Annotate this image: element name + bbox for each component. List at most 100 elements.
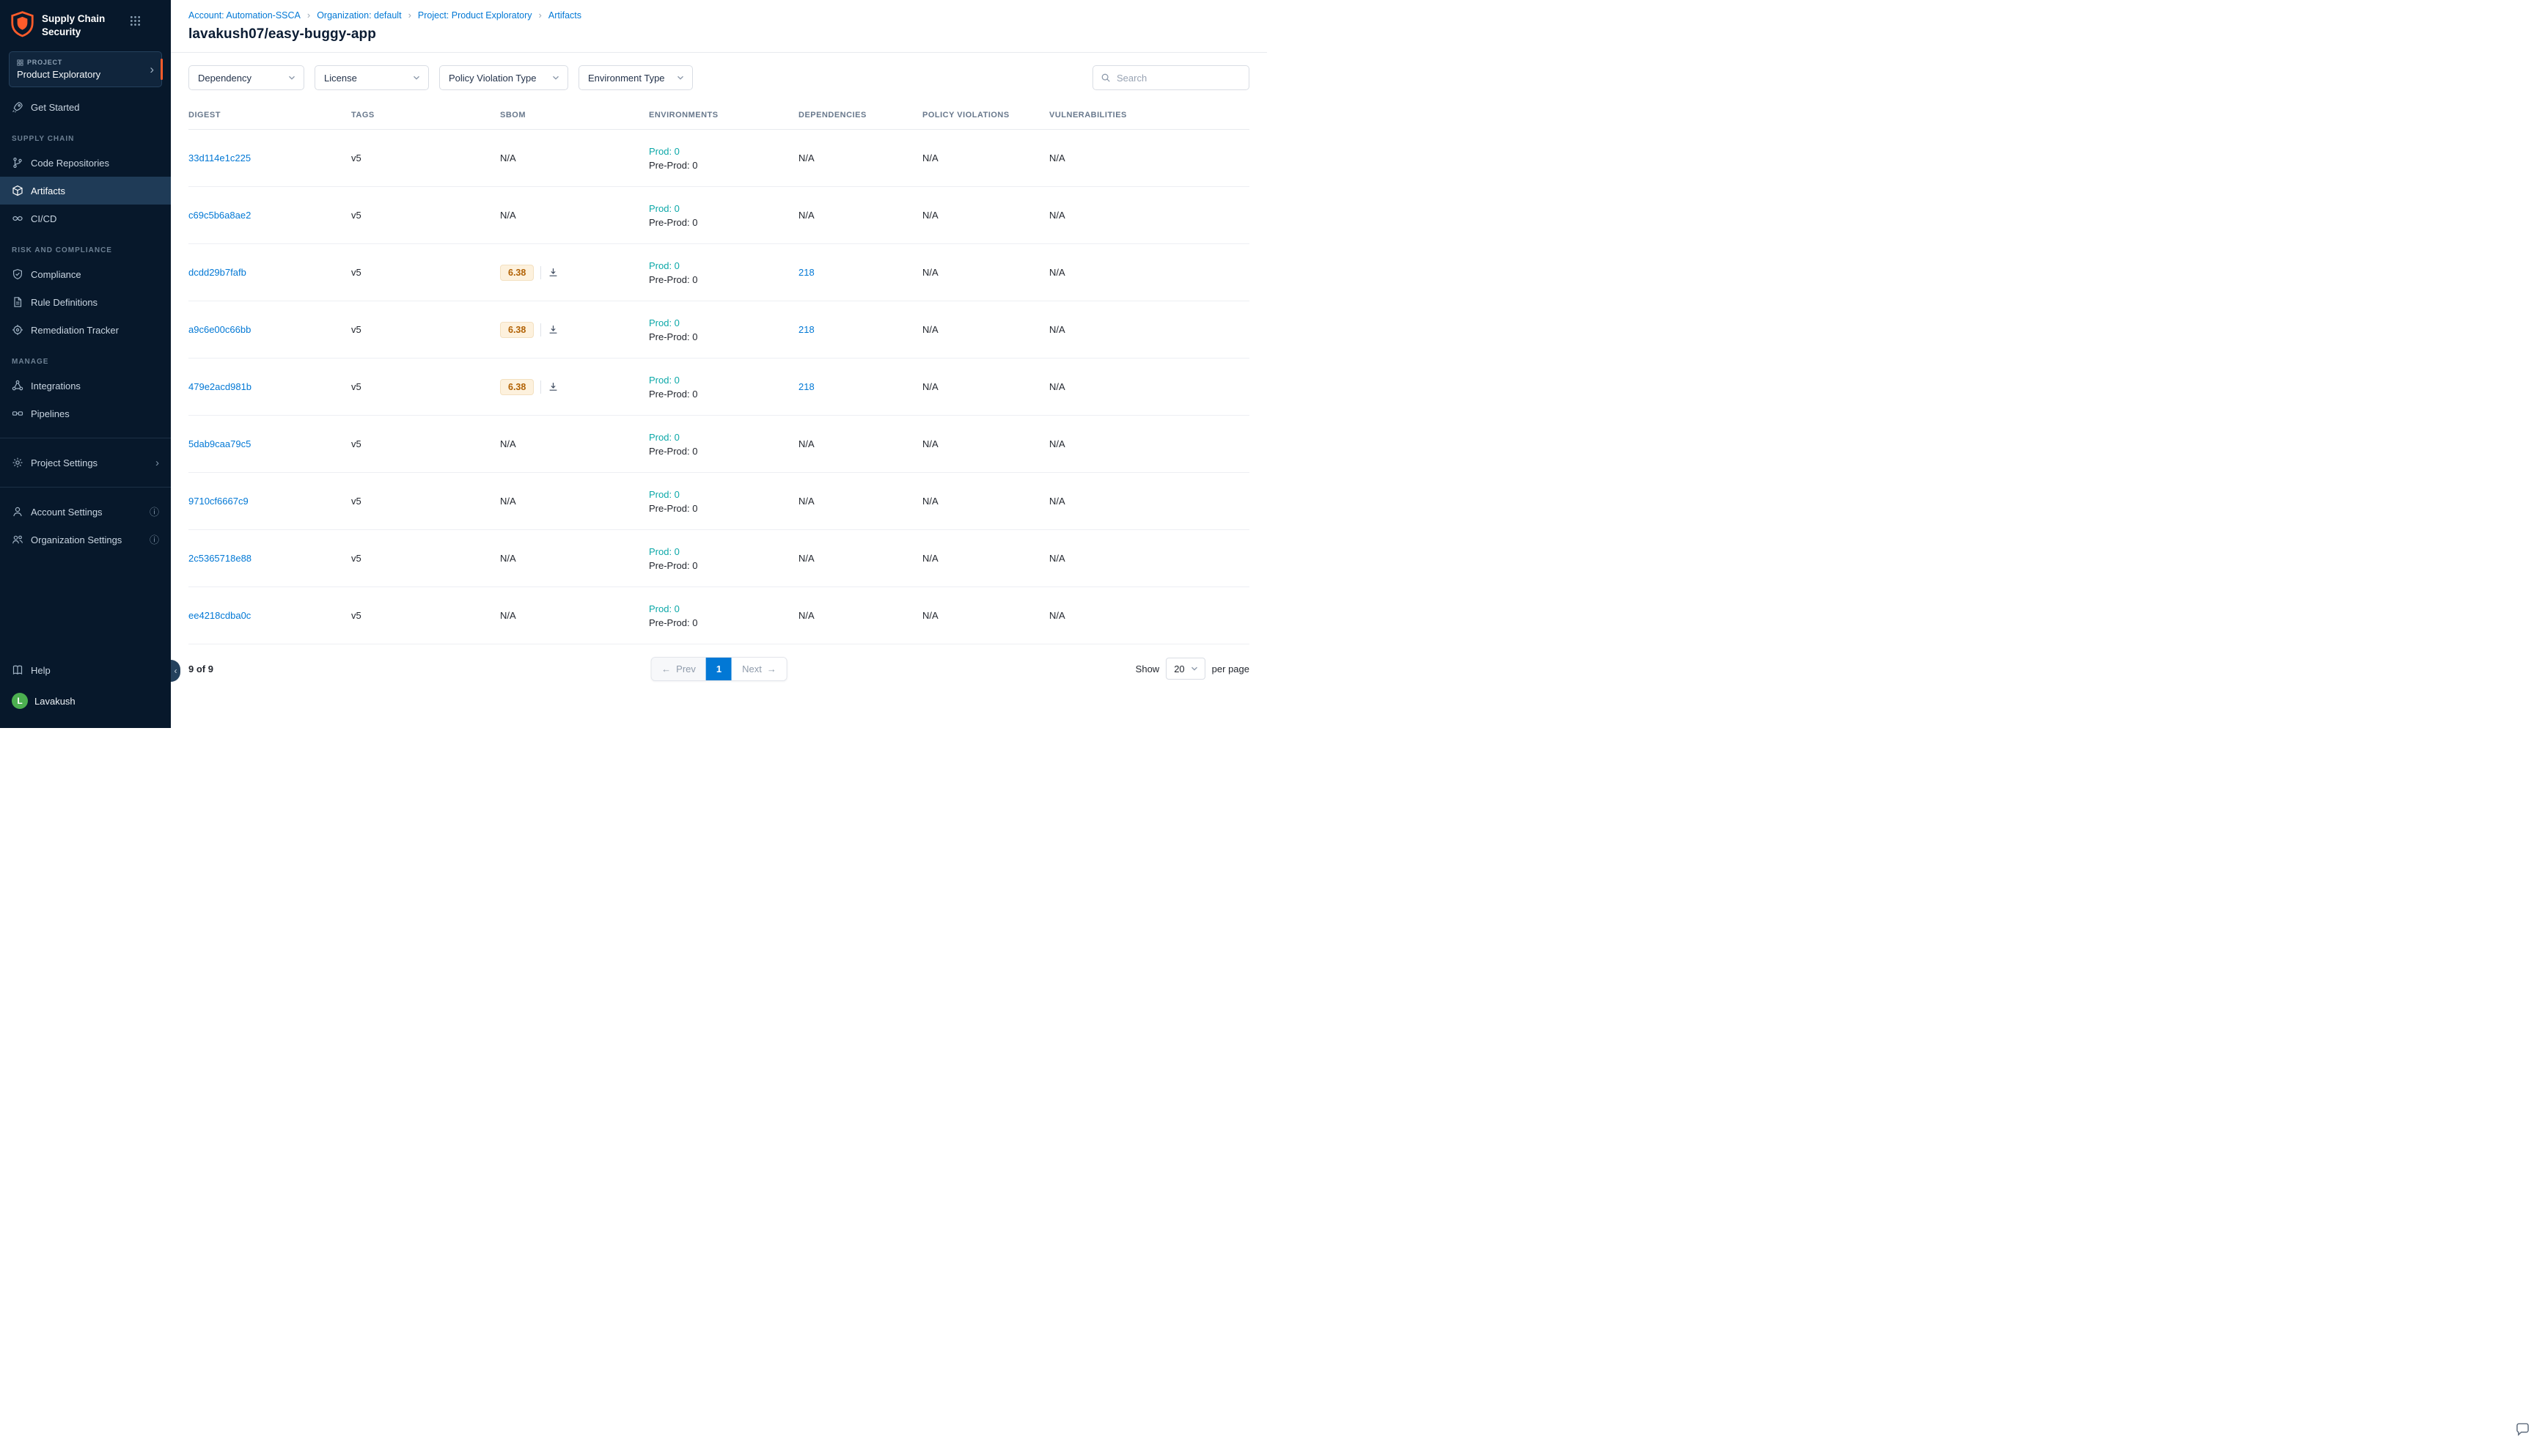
sidebar-item-rule-definitions[interactable]: Rule Definitions xyxy=(0,288,171,316)
digest-link[interactable]: 5dab9caa79c5 xyxy=(188,438,251,449)
dependencies-cell: 218 xyxy=(798,324,922,335)
digest-link[interactable]: a9c6e00c66bb xyxy=(188,324,251,335)
artifact-row: a9c6e00c66bbv56.38Prod: 0Pre-Prod: 0218N… xyxy=(188,301,1249,359)
filter-dropdown-policy-violation-type[interactable]: Policy Violation Type xyxy=(439,65,568,90)
vulnerabilities-cell: N/A xyxy=(1049,210,1249,221)
tag-value: v5 xyxy=(351,381,361,392)
env-preprod-value: Pre-Prod: 0 xyxy=(649,331,697,342)
env-preprod-value: Pre-Prod: 0 xyxy=(649,503,697,514)
sbom-download-icon[interactable] xyxy=(548,324,559,335)
per-page-value: 20 xyxy=(1174,663,1184,674)
dependencies-link[interactable]: 218 xyxy=(798,381,815,392)
digest-cell: a9c6e00c66bb xyxy=(188,324,351,335)
digest-cell: c69c5b6a8ae2 xyxy=(188,210,351,221)
sbom-download-icon[interactable] xyxy=(548,267,559,278)
sidebar-item-organization-settings[interactable]: Organization Settings ⓘ xyxy=(0,526,171,554)
dropdown-label: Environment Type xyxy=(588,73,665,84)
digest-link[interactable]: 9710cf6667c9 xyxy=(188,496,249,507)
breadcrumb-link[interactable]: Organization: default xyxy=(317,10,401,21)
vulnerabilities-cell: N/A xyxy=(1049,438,1249,449)
tag-value: v5 xyxy=(351,210,361,221)
sbom-download-icon[interactable] xyxy=(548,381,559,392)
next-page-button[interactable]: Next→ xyxy=(732,658,787,680)
column-header: TAGS xyxy=(351,111,500,120)
sidebar-item-account-settings[interactable]: Account Settings ⓘ xyxy=(0,498,171,526)
tags-cell: v5 xyxy=(351,610,500,621)
filter-dropdowns: Dependency License Policy Violation Type En… xyxy=(188,65,693,90)
page-1-button[interactable]: 1 xyxy=(706,658,732,680)
dependencies-cell: N/A xyxy=(798,210,922,221)
page-title: lavakush07/easy-buggy-app xyxy=(188,26,1249,43)
policy-violations-value: N/A xyxy=(922,152,939,163)
project-selector[interactable]: PROJECT Product Exploratory › xyxy=(9,51,162,87)
tag-value: v5 xyxy=(351,496,361,507)
user-menu[interactable]: L Lavakush xyxy=(0,684,171,722)
tag-value: v5 xyxy=(351,438,361,449)
sidebar-item-compliance[interactable]: Compliance xyxy=(0,260,171,288)
sidebar-item-help[interactable]: Help xyxy=(0,656,171,684)
show-label: Show xyxy=(1136,663,1160,674)
sidebar-footer: Help L Lavakush xyxy=(0,656,171,728)
sidebar-item-get-started[interactable]: Get Started xyxy=(0,93,171,121)
digest-link[interactable]: dcdd29b7fafb xyxy=(188,267,246,278)
dependencies-cell: 218 xyxy=(798,267,922,278)
prev-page-button[interactable]: ←Prev xyxy=(651,658,706,680)
divider xyxy=(540,266,541,279)
sidebar-item-code-repositories[interactable]: Code Repositories xyxy=(0,149,171,177)
policy-violations-cell: N/A xyxy=(922,381,1049,392)
filter-dropdown-environment-type[interactable]: Environment Type xyxy=(579,65,693,90)
dependencies-link[interactable]: 218 xyxy=(798,324,815,335)
policy-violations-cell: N/A xyxy=(922,210,1049,221)
chat-bubble-icon[interactable] xyxy=(2515,1422,2530,1437)
env-prod-value: Prod: 0 xyxy=(649,146,680,157)
sbom-cell: 6.38 xyxy=(500,379,649,395)
user-avatar: L xyxy=(12,693,28,709)
column-header: POLICY VIOLATIONS xyxy=(922,111,1049,120)
digest-link[interactable]: 479e2acd981b xyxy=(188,381,251,392)
filter-dropdown-dependency[interactable]: Dependency xyxy=(188,65,304,90)
search-input[interactable] xyxy=(1117,73,1241,84)
breadcrumb-link[interactable]: Account: Automation-SSCA xyxy=(188,10,301,21)
sidebar-item-project-settings[interactable]: Project Settings › xyxy=(0,449,171,477)
dropdown-label: Policy Violation Type xyxy=(449,73,536,84)
dependencies-link[interactable]: 218 xyxy=(798,267,815,278)
sidebar: Supply Chain Security PROJECT Product Ex… xyxy=(0,0,171,728)
breadcrumb-link[interactable]: Project: Product Exploratory xyxy=(418,10,532,21)
sidebar-item-artifacts[interactable]: Artifacts xyxy=(0,177,171,205)
sbom-value: N/A xyxy=(500,210,516,221)
digest-cell: 5dab9caa79c5 xyxy=(188,438,351,449)
sbom-cell: N/A xyxy=(500,438,649,449)
env-prod-value: Prod: 0 xyxy=(649,546,680,557)
policy-violations-cell: N/A xyxy=(922,324,1049,335)
env-preprod-value: Pre-Prod: 0 xyxy=(649,160,697,171)
infinity-icon xyxy=(12,213,23,224)
filter-dropdown-license[interactable]: License xyxy=(315,65,429,90)
project-info: PROJECT Product Exploratory xyxy=(17,59,100,80)
digest-link[interactable]: ee4218cdba0c xyxy=(188,610,251,621)
environments-cell: Prod: 0Pre-Prod: 0 xyxy=(649,546,798,571)
column-header: SBOM xyxy=(500,111,649,120)
chevron-right-icon: › xyxy=(155,457,159,468)
sbom-cell: N/A xyxy=(500,610,649,621)
sbom-value: N/A xyxy=(500,438,516,449)
sidebar-item-cicd[interactable]: CI/CD xyxy=(0,205,171,232)
digest-link[interactable]: 33d114e1c225 xyxy=(188,152,251,163)
vulnerabilities-cell: N/A xyxy=(1049,553,1249,564)
vulnerabilities-cell: N/A xyxy=(1049,152,1249,163)
sidebar-item-remediation-tracker[interactable]: Remediation Tracker xyxy=(0,316,171,344)
search-box[interactable] xyxy=(1092,65,1249,90)
info-icon: ⓘ xyxy=(150,535,159,545)
policy-violations-cell: N/A xyxy=(922,553,1049,564)
per-page-select[interactable]: 20 xyxy=(1166,658,1205,680)
policy-violations-value: N/A xyxy=(922,381,939,392)
sidebar-item-pipelines[interactable]: Pipelines xyxy=(0,400,171,427)
section-label-supply-chain: SUPPLY CHAIN xyxy=(0,121,171,149)
env-prod-value: Prod: 0 xyxy=(649,603,680,614)
breadcrumb-link[interactable]: Artifacts xyxy=(548,10,581,21)
cube-icon xyxy=(12,185,23,196)
app-grid-icon[interactable] xyxy=(130,15,141,26)
digest-link[interactable]: c69c5b6a8ae2 xyxy=(188,210,251,221)
sidebar-item-integrations[interactable]: Integrations xyxy=(0,372,171,400)
nodes-icon xyxy=(12,380,23,391)
digest-link[interactable]: 2c5365718e88 xyxy=(188,553,251,564)
